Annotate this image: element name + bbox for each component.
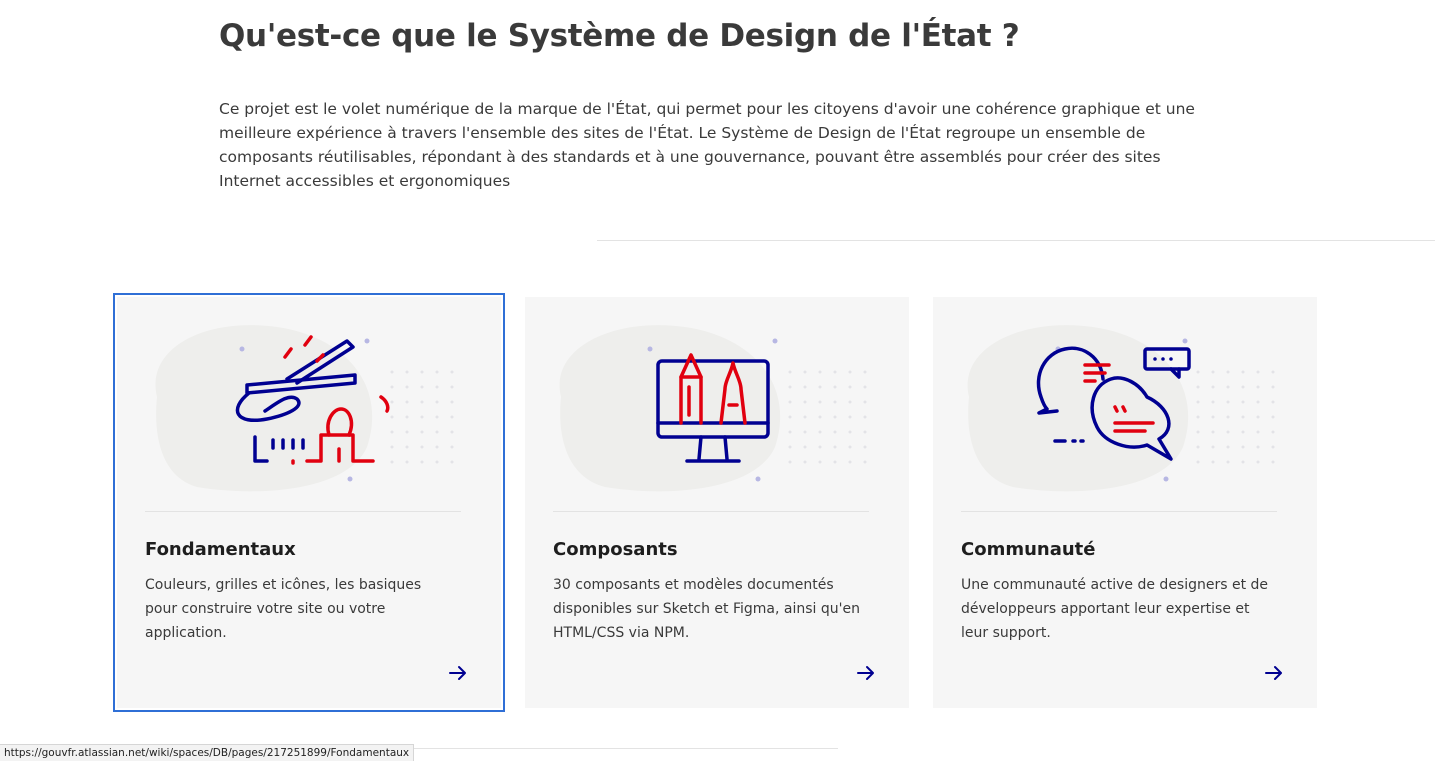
card-title: Communauté	[961, 539, 1096, 560]
card-divider	[961, 511, 1277, 512]
arrow-right-icon[interactable]	[855, 662, 877, 684]
card-composants[interactable]: Composants 30 composants et modèles docu…	[525, 297, 909, 708]
card-communaute[interactable]: Communauté Une communauté active de desi…	[933, 297, 1317, 708]
paint-tools-icon	[155, 325, 454, 492]
card-divider	[145, 511, 461, 512]
page-title: Qu'est-ce que le Système de Design de l'…	[219, 18, 1020, 54]
monitor-design-icon	[559, 325, 867, 492]
status-bar-url: https://gouvfr.atlassian.net/wiki/spaces…	[0, 744, 415, 761]
card-description: Couleurs, grilles et icônes, les basique…	[145, 577, 422, 641]
chat-bubbles-icon	[967, 325, 1275, 492]
section-divider	[597, 240, 1435, 241]
arrow-right-icon[interactable]	[1263, 662, 1285, 684]
card-title: Composants	[553, 539, 678, 560]
card-description: 30 composants et modèles documentés disp…	[553, 577, 860, 641]
intro-paragraph: Ce projet est le volet numérique de la m…	[219, 100, 1195, 190]
card-title: Fondamentaux	[145, 539, 296, 560]
card-description: Une communauté active de designers et de…	[961, 577, 1269, 641]
card-divider	[553, 511, 869, 512]
card-fondamentaux[interactable]: Fondamentaux Couleurs, grilles et icônes…	[113, 293, 505, 712]
arrow-right-icon[interactable]	[447, 662, 469, 684]
